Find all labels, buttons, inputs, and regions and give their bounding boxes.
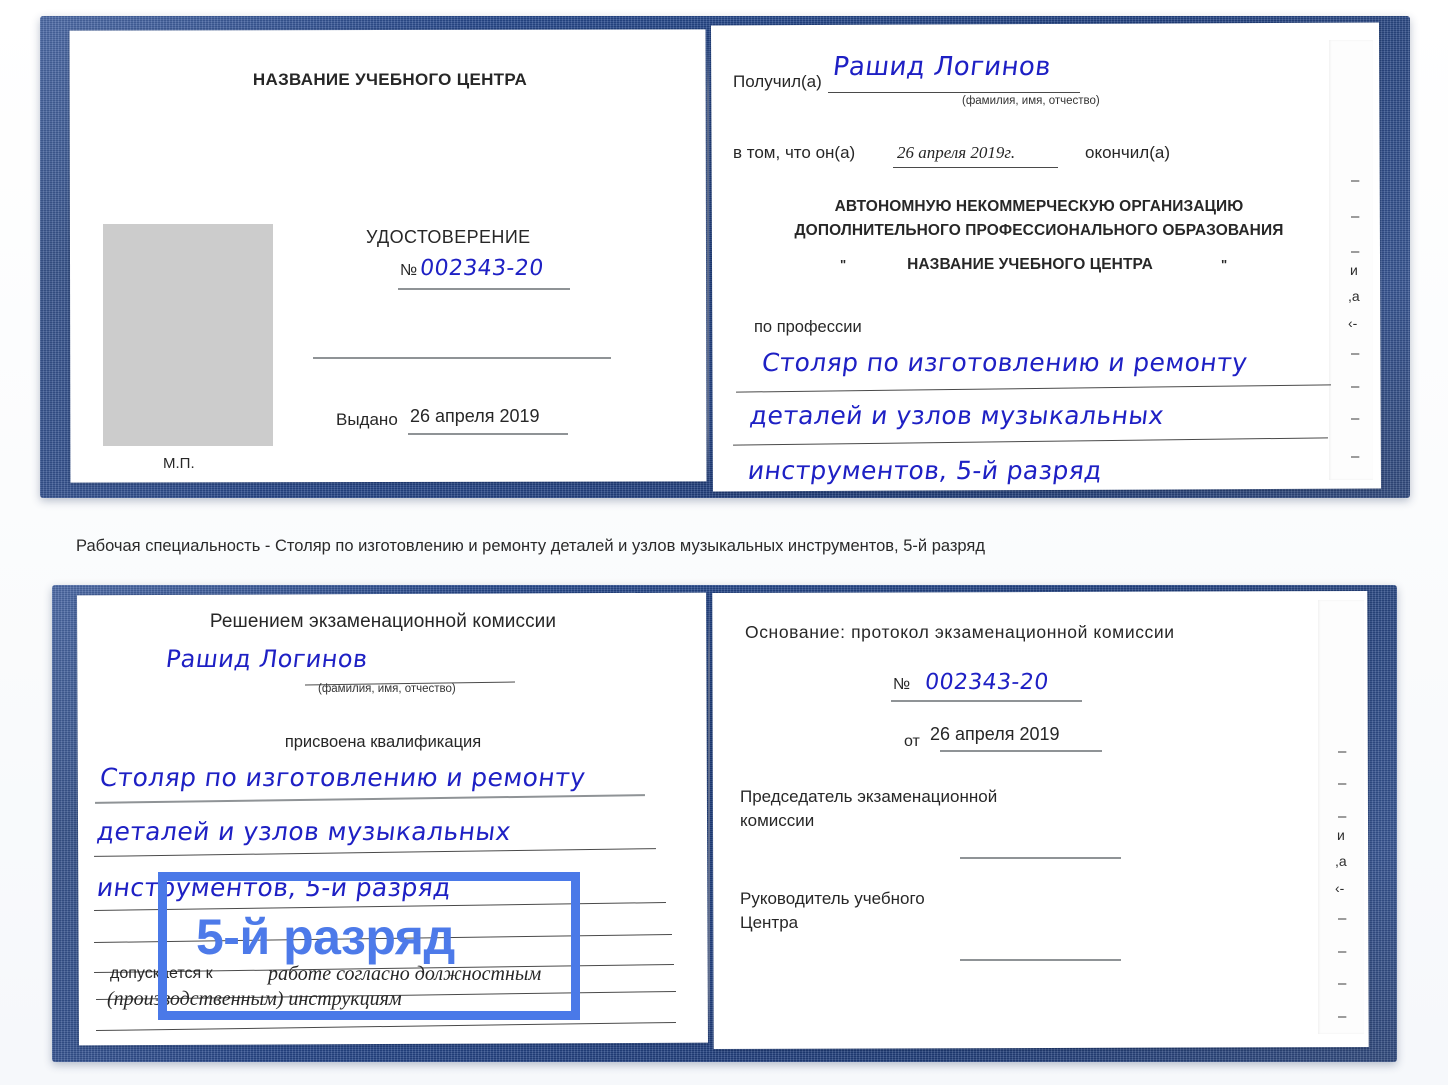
edge-fragment: –: [1351, 378, 1360, 395]
page-caption: Рабочая специальность - Столяр по изгото…: [76, 537, 985, 555]
top-right-profession-label: по профессии: [754, 318, 862, 336]
bottom-right-head-line1: Руководитель учебного: [740, 889, 925, 908]
top-right-finished-label: окончил(а): [1085, 143, 1170, 162]
top-right-org-quote-close: ": [1221, 257, 1228, 272]
bottom-right-number-symbol: №: [893, 676, 911, 693]
edge-fragment: ‹-: [1335, 880, 1345, 896]
bottom-right-chairman-line2: комиссии: [740, 811, 815, 830]
bottom-left-fio-hint: (фамилия, имя, отчество): [318, 683, 456, 695]
top-left-issued-label: Выдано: [336, 410, 398, 429]
top-right-org-line2: ДОПОЛНИТЕЛЬНОГО ПРОФЕССИОНАЛЬНОГО ОБРАЗО…: [794, 222, 1284, 239]
bottom-left-qualification-line1: Столяр по изготовлению и ремонту: [98, 763, 588, 792]
edge-fragment: и: [1350, 262, 1358, 278]
bottom-right-basis-label: Основание: протокол экзаменационной коми…: [745, 622, 1175, 642]
top-left-number-rule: [398, 288, 570, 290]
bottom-left-qualification-line2: деталей и узлов музыкальных: [95, 817, 513, 846]
edge-fragment: –: [1338, 743, 1347, 760]
edge-fragment: –: [1338, 808, 1347, 825]
edge-fragment: –: [1338, 943, 1347, 960]
bottom-right-date-value: 26 апреля 2019: [930, 724, 1060, 744]
edge-fragment: ,а: [1335, 853, 1347, 869]
top-left-number-value: 002343-20: [418, 256, 546, 281]
top-left-issued-date: 26 апреля 2019: [410, 406, 540, 426]
highlight-callout-label: 5-й разряд: [196, 909, 455, 965]
top-left-blank-rule: [313, 357, 611, 359]
bottom-right-chairman-sign-rule: [960, 857, 1121, 859]
edge-fragment: –: [1351, 243, 1360, 260]
top-right-in-that-label: в том, что он(а): [733, 143, 856, 162]
top-right-org-quote-open: ": [840, 257, 847, 272]
bottom-left-heading: Решением экзаменационной комиссии: [209, 611, 557, 632]
edge-fragment: –: [1351, 172, 1360, 189]
bottom-right-date-rule: [940, 750, 1102, 752]
top-left-number-symbol: №: [400, 262, 418, 279]
bottom-right-number-value: 002343-20: [923, 670, 1051, 695]
bottom-right-head-sign-rule: [960, 959, 1121, 961]
top-right-org-line1: АВТОНОМНУЮ НЕКОММЕРЧЕСКУЮ ОРГАНИЗАЦИЮ: [834, 198, 1244, 215]
photo-placeholder: [103, 224, 273, 446]
edge-fragment: –: [1338, 910, 1347, 927]
edge-fragment: –: [1351, 345, 1360, 362]
top-right-received-name: Рашид Логинов: [831, 52, 1053, 82]
edge-fragment: –: [1351, 208, 1360, 225]
top-left-org-title: НАЗВАНИЕ УЧЕБНОГО ЦЕНТРА: [252, 70, 528, 89]
top-right-completion-date: 26 апреля 2019г.: [897, 143, 1016, 162]
bottom-right-chairman-line1: Председатель экзаменационной: [740, 787, 998, 806]
top-right-profession-line2: деталей и узлов музыкальных: [748, 401, 1166, 430]
edge-fragment: –: [1351, 410, 1360, 427]
edge-fragment: –: [1338, 975, 1347, 992]
bottom-left-qualification-label: присвоена квалификация: [284, 733, 482, 751]
top-right-name-rule: [828, 92, 1080, 93]
top-right-date-rule: [893, 167, 1058, 168]
edge-fragment: –: [1338, 1008, 1347, 1025]
top-left-seal-label: М.П.: [163, 455, 195, 472]
bottom-right-date-prefix: от: [904, 733, 920, 750]
edge-fragment: –: [1351, 448, 1360, 465]
top-right-fio-hint: (фамилия, имя, отчество): [962, 95, 1100, 107]
bottom-right-number-rule: [891, 700, 1082, 702]
bottom-left-name: Рашид Логинов: [164, 645, 370, 673]
top-right-received-label: Получил(а): [733, 72, 822, 91]
top-left-issued-rule: [408, 433, 568, 435]
edge-fragment: ,а: [1348, 288, 1360, 304]
edge-fragment: ‹-: [1348, 315, 1358, 331]
top-left-doc-type: УДОСТОВЕРЕНИЕ: [366, 227, 531, 247]
top-right-profession-line1: Столяр по изготовлению и ремонту: [760, 348, 1250, 377]
bottom-right-head-line2: Центра: [740, 913, 799, 932]
book-spine-top: [707, 40, 709, 486]
top-right-org-line3: НАЗВАНИЕ УЧЕБНОГО ЦЕНТРА: [907, 256, 1153, 273]
edge-fragment: –: [1338, 775, 1347, 792]
book-spine-bottom: [708, 602, 710, 1042]
top-right-profession-line3: инструментов, 5-й разряд: [746, 456, 1104, 485]
edge-fragment: и: [1337, 827, 1345, 843]
